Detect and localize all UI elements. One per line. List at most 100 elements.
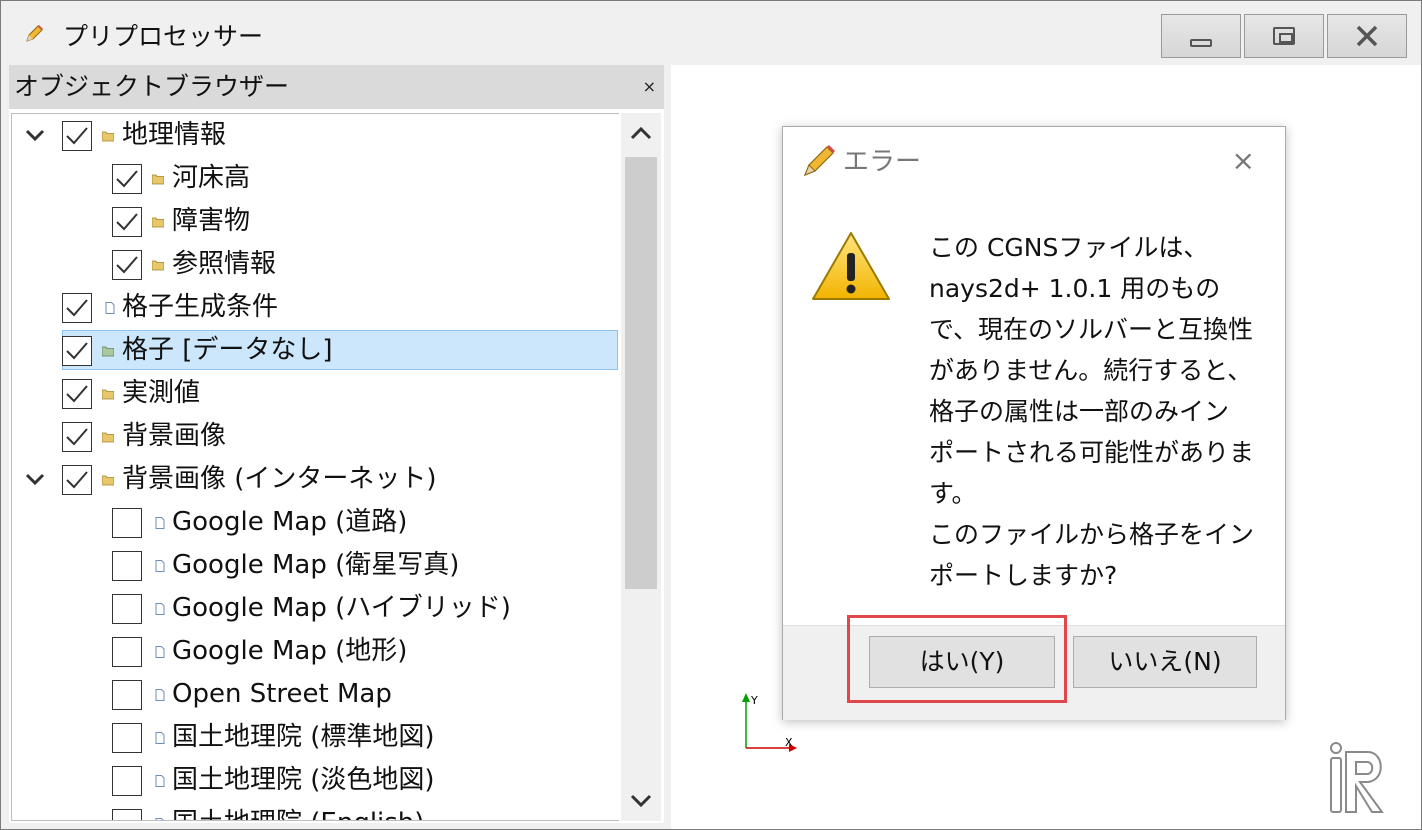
object-tree: 地理情報 河床高 障害物 参照情報 格子生成条件 格子 [データなし] 実測値 …	[11, 113, 619, 821]
tree-item-label: Open Street Map	[172, 679, 392, 709]
tree-item-background-image-internet[interactable]: 背景画像 (インターネット)	[12, 458, 618, 501]
folder-icon	[102, 432, 114, 443]
folder-icon	[102, 389, 114, 400]
tree-checkbox[interactable]	[112, 250, 142, 280]
tree-checkbox[interactable]	[112, 551, 142, 581]
folder-icon	[152, 174, 164, 185]
tree-checkbox[interactable]	[112, 723, 142, 753]
tree-item-reference-info[interactable]: 参照情報	[12, 243, 618, 286]
tree-checkbox[interactable]	[62, 465, 92, 495]
panel-close-button[interactable]: ×	[643, 65, 656, 109]
tree-checkbox[interactable]	[112, 207, 142, 237]
maximize-icon	[1273, 27, 1295, 45]
tree-item-obstacle[interactable]: 障害物	[12, 200, 618, 243]
tree-checkbox[interactable]	[112, 680, 142, 710]
minimize-icon	[1190, 39, 1212, 47]
document-icon	[155, 646, 165, 658]
tree-item-gsi-standard[interactable]: 国土地理院 (標準地図)	[12, 716, 618, 759]
tree-item-elevation[interactable]: 河床高	[12, 157, 618, 200]
tree-item-label: Google Map (道路)	[172, 507, 408, 537]
tree-checkbox[interactable]	[112, 637, 142, 667]
tree-checkbox[interactable]	[62, 336, 92, 366]
chevron-up-icon	[630, 126, 652, 140]
tree-item-grid[interactable]: 格子 [データなし]	[12, 329, 618, 372]
tree-item-label: Google Map (ハイブリッド)	[172, 593, 511, 623]
tree-item-google-map-satellite[interactable]: Google Map (衛星写真)	[12, 544, 618, 587]
tree-item-label: 参照情報	[172, 249, 277, 279]
grid-folder-icon	[102, 346, 114, 357]
tree-item-measured-values[interactable]: 実測値	[12, 372, 618, 415]
tree-checkbox[interactable]	[112, 809, 142, 820]
tree-checkbox[interactable]	[112, 594, 142, 624]
document-icon	[155, 560, 165, 572]
tree-item-label: 河床高	[172, 163, 251, 193]
tree-checkbox[interactable]	[62, 293, 92, 323]
tree-item-label: 障害物	[172, 206, 251, 236]
chevron-down-icon	[630, 794, 652, 808]
object-browser-title: オブジェクトブラウザー	[14, 72, 290, 101]
document-icon	[105, 302, 115, 314]
document-icon	[155, 517, 165, 529]
axis-x-label: X	[785, 736, 793, 749]
tree-item-label: 国土地理院 (English)	[172, 802, 424, 820]
minimize-button[interactable]	[1161, 14, 1241, 58]
scroll-down-button[interactable]	[621, 781, 661, 821]
maximize-button[interactable]	[1244, 14, 1324, 58]
tree-item-label: 実測値	[122, 378, 201, 408]
tree-item-google-map-road[interactable]: Google Map (道路)	[12, 501, 618, 544]
document-icon	[155, 732, 165, 744]
tree-item-label: 格子生成条件	[122, 292, 279, 322]
title-bar: プリプロセッサー	[1, 1, 1421, 63]
tree-item-label: 国土地理院 (淡色地図)	[172, 765, 435, 795]
tree-item-label: 国土地理院 (標準地図)	[172, 722, 435, 752]
axis-y-label: Y	[750, 694, 758, 707]
tree-checkbox[interactable]	[112, 164, 142, 194]
tree-checkbox[interactable]	[112, 508, 142, 538]
tree-item-label: 地理情報	[122, 120, 227, 150]
warning-icon	[812, 232, 890, 300]
document-icon	[155, 689, 165, 701]
tree-scrollbar[interactable]	[621, 113, 661, 821]
document-icon	[155, 775, 165, 787]
document-icon	[155, 818, 164, 820]
scrollbar-thumb[interactable]	[625, 157, 657, 589]
pencil-icon	[26, 25, 43, 42]
tree-item-google-map-hybrid[interactable]: Google Map (ハイブリッド)	[12, 587, 618, 630]
tree-item-label: 背景画像 (インターネット)	[122, 464, 437, 494]
annotation-highlight-box	[847, 615, 1067, 703]
chevron-down-icon[interactable]	[24, 124, 46, 146]
tree-checkbox[interactable]	[62, 379, 92, 409]
tree-item-open-street-map[interactable]: Open Street Map	[12, 673, 618, 716]
tree-item-background-image[interactable]: 背景画像	[12, 415, 618, 458]
tree-item-label: Google Map (衛星写真)	[172, 550, 460, 580]
dialog-message: この CGNSファイルは、 nays2d+ 1.0.1 用のもの で、現在のソル…	[929, 233, 1255, 590]
folder-icon	[152, 260, 164, 271]
tree-item-grid-creation-condition[interactable]: 格子生成条件	[12, 286, 618, 329]
tree-item-gsi-english[interactable]: 国土地理院 (English)	[12, 802, 618, 820]
scroll-up-button[interactable]	[621, 113, 661, 153]
tree-item-label: Google Map (地形)	[172, 636, 408, 666]
close-window-button[interactable]	[1327, 14, 1407, 58]
tree-checkbox[interactable]	[112, 766, 142, 796]
tree-item-label: 格子 [データなし]	[122, 335, 333, 365]
chevron-down-icon[interactable]	[24, 468, 46, 490]
folder-icon	[152, 217, 164, 228]
pencil-icon	[803, 145, 835, 177]
window-title: プリプロセッサー	[63, 22, 264, 51]
folder-icon	[102, 475, 114, 486]
object-browser-header: オブジェクトブラウザー ×	[9, 65, 664, 109]
tree-item-google-map-terrain[interactable]: Google Map (地形)	[12, 630, 618, 673]
document-icon	[155, 603, 165, 615]
object-browser-panel: オブジェクトブラウザー × 地理情報 河床高 障害物 参照情報 格子生成条件 格…	[9, 65, 664, 823]
no-button[interactable]: いいえ(N)	[1073, 636, 1257, 688]
tree-item-geographic-data[interactable]: 地理情報	[12, 114, 618, 157]
tree-checkbox[interactable]	[62, 121, 92, 151]
folder-icon	[102, 131, 114, 142]
iric-logo-icon	[1330, 742, 1384, 813]
tree-item-label: 背景画像	[122, 421, 227, 451]
close-icon	[1356, 25, 1378, 47]
dialog-title: エラー	[843, 147, 922, 177]
tree-item-gsi-pale[interactable]: 国土地理院 (淡色地図)	[12, 759, 618, 802]
tree-checkbox[interactable]	[62, 422, 92, 452]
dialog-close-button[interactable]: ×	[1232, 145, 1255, 177]
